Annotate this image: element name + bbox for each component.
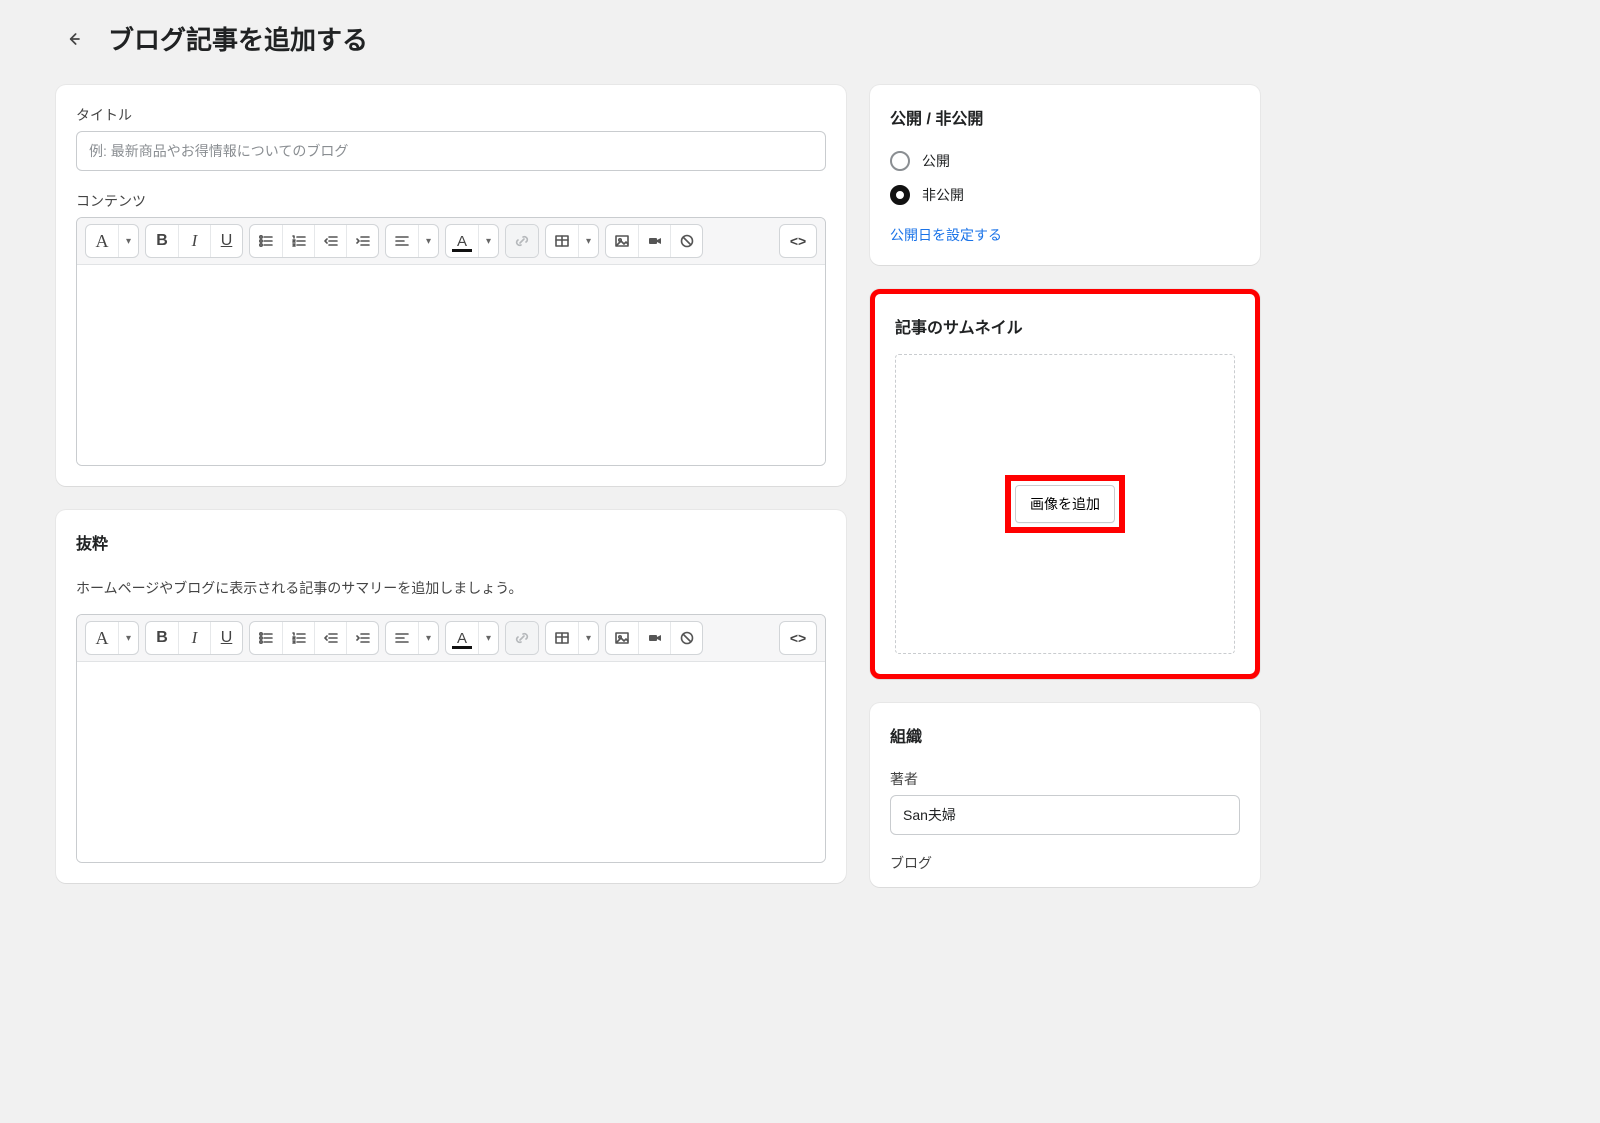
highlight-box: 画像を追加 [1005,475,1125,533]
text-color-caret[interactable]: ▾ [478,225,498,257]
insert-image-button[interactable] [606,622,638,654]
align-left-icon [394,233,410,249]
paragraph-style-caret[interactable]: ▾ [118,225,138,257]
link-button [506,622,538,654]
align-button[interactable] [386,622,418,654]
clear-format-icon [679,630,695,646]
image-icon [614,630,630,646]
excerpt-editor: A ▾ B I U [76,614,826,863]
numbered-list-icon [291,233,307,249]
bullet-list-icon [258,630,274,646]
visibility-title: 公開 / 非公開 [890,105,1240,129]
visibility-private-label: 非公開 [922,185,964,205]
indent-button[interactable] [346,622,378,654]
bullet-list-button[interactable] [250,225,282,257]
table-button[interactable] [546,225,578,257]
visibility-card: 公開 / 非公開 公開 非公開 公開日を設定する [870,85,1260,265]
set-publish-date-link[interactable]: 公開日を設定する [890,225,1002,245]
arrow-left-icon [64,29,84,49]
content-label: コンテンツ [76,191,826,211]
excerpt-editor-body[interactable] [77,662,825,862]
page-title: ブログ記事を追加する [108,20,368,57]
text-color-button[interactable]: A [446,225,478,257]
table-button[interactable] [546,622,578,654]
numbered-list-icon [291,630,307,646]
author-value: San夫婦 [903,805,956,825]
excerpt-desc: ホームページやブログに表示される記事のサマリーを追加しましょう。 [76,578,826,598]
outdent-icon [323,233,339,249]
text-color-caret[interactable]: ▾ [478,622,498,654]
paragraph-style-button[interactable]: A [86,225,118,257]
author-label: 著者 [890,769,1240,789]
bullet-list-button[interactable] [250,622,282,654]
visibility-option-private[interactable]: 非公開 [890,185,1240,205]
outdent-icon [323,630,339,646]
bold-button[interactable]: B [146,225,178,257]
thumbnail-dropzone[interactable]: 画像を追加 [895,354,1235,654]
outdent-button[interactable] [314,622,346,654]
author-select[interactable]: San夫婦 [890,795,1240,835]
html-view-button[interactable]: <> [779,224,817,258]
back-button[interactable] [56,21,92,57]
excerpt-card: 抜粋 ホームページやブログに表示される記事のサマリーを追加しましょう。 A ▾ … [56,510,846,883]
radio-selected-icon [890,185,910,205]
align-caret[interactable]: ▾ [418,225,438,257]
clear-format-button[interactable] [670,622,702,654]
underline-button[interactable]: U [210,622,242,654]
bullet-list-icon [258,233,274,249]
title-label: タイトル [76,105,826,125]
align-caret[interactable]: ▾ [418,622,438,654]
thumbnail-card: 記事のサムネイル 画像を追加 [870,289,1260,679]
clear-format-button[interactable] [670,225,702,257]
insert-video-button[interactable] [638,225,670,257]
align-left-icon [394,630,410,646]
visibility-public-label: 公開 [922,151,950,171]
html-view-button[interactable]: <> [779,621,817,655]
italic-button[interactable]: I [178,225,210,257]
indent-button[interactable] [346,225,378,257]
table-icon [554,233,570,249]
excerpt-toolbar: A ▾ B I U [77,615,825,662]
content-toolbar: A ▾ B I U [77,218,825,265]
insert-image-button[interactable] [606,225,638,257]
thumbnail-title: 記事のサムネイル [895,314,1235,338]
indent-icon [355,233,371,249]
underline-button[interactable]: U [210,225,242,257]
numbered-list-button[interactable] [282,622,314,654]
content-editor: A ▾ B I U [76,217,826,466]
align-button[interactable] [386,225,418,257]
italic-button[interactable]: I [178,622,210,654]
organization-card: 組織 著者 San夫婦 ブログ [870,703,1260,887]
link-icon [514,630,530,646]
outdent-button[interactable] [314,225,346,257]
visibility-option-public[interactable]: 公開 [890,151,1240,171]
insert-video-button[interactable] [638,622,670,654]
video-icon [647,233,663,249]
excerpt-title: 抜粋 [76,530,826,554]
clear-format-icon [679,233,695,249]
link-button [506,225,538,257]
table-caret[interactable]: ▾ [578,225,598,257]
video-icon [647,630,663,646]
numbered-list-button[interactable] [282,225,314,257]
link-icon [514,233,530,249]
table-caret[interactable]: ▾ [578,622,598,654]
table-icon [554,630,570,646]
bold-button[interactable]: B [146,622,178,654]
radio-icon [890,151,910,171]
image-icon [614,233,630,249]
text-color-button[interactable]: A [446,622,478,654]
indent-icon [355,630,371,646]
title-input[interactable] [76,131,826,171]
content-editor-body[interactable] [77,265,825,465]
blog-label: ブログ [890,853,1240,873]
content-card: タイトル コンテンツ A ▾ B I U [56,85,846,486]
paragraph-style-button[interactable]: A [86,622,118,654]
add-image-button[interactable]: 画像を追加 [1015,485,1115,523]
organization-title: 組織 [890,723,1240,747]
paragraph-style-caret[interactable]: ▾ [118,622,138,654]
